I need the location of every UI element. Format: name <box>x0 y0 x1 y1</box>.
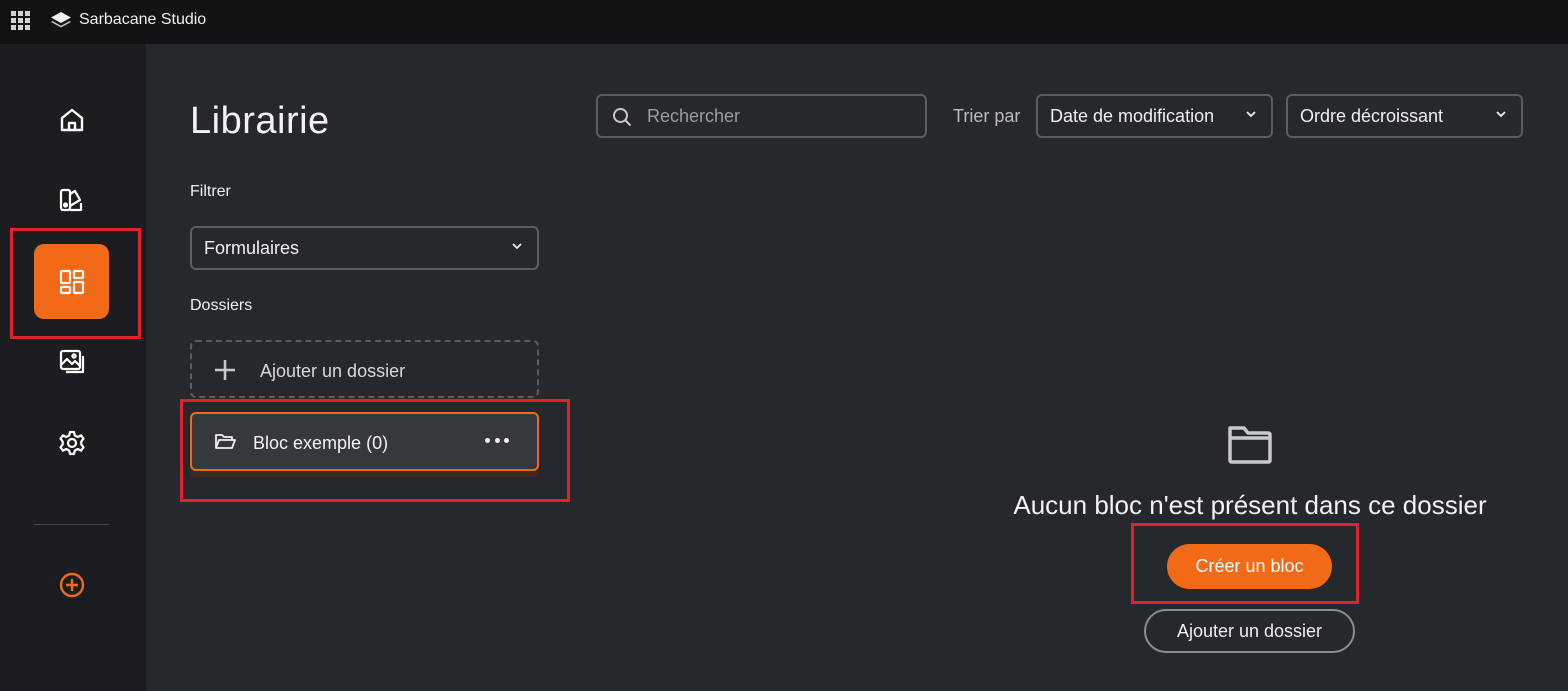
sidebar-item-gallery[interactable] <box>34 324 109 399</box>
folders-label: Dossiers <box>190 297 253 314</box>
chevron-down-icon <box>1246 111 1256 118</box>
folder-name: Bloc exemple (0) <box>253 433 389 453</box>
sidebar-item-templates[interactable] <box>34 162 109 237</box>
chevron-down-icon <box>1496 111 1506 118</box>
sidebar-divider <box>34 524 109 525</box>
blocks-icon <box>59 269 84 294</box>
empty-folder-icon <box>1228 426 1272 464</box>
sort-order-value: Ordre décroissant <box>1300 105 1444 126</box>
sort-field-value: Date de modification <box>1050 105 1215 126</box>
sort-order-select[interactable]: Ordre décroissant <box>1286 94 1523 138</box>
sidebar-item-settings[interactable] <box>34 405 109 480</box>
sidebar <box>0 44 146 691</box>
settings-icon <box>58 430 85 455</box>
chevron-down-icon <box>512 243 522 250</box>
sidebar-item-library[interactable] <box>34 244 109 319</box>
filter-select-value: Formulaires <box>204 237 300 258</box>
add-folder-label: Ajouter un dossier <box>260 361 406 381</box>
add-folder-secondary-button[interactable]: Ajouter un dossier <box>1144 609 1355 653</box>
app-grid-icon[interactable] <box>10 10 30 30</box>
app-title: Sarbacane Studio <box>79 11 207 28</box>
templates-icon <box>59 188 82 211</box>
sort-label: Trier par <box>953 106 1021 126</box>
home-icon <box>60 108 83 131</box>
filter-label: Filtrer <box>190 183 231 200</box>
sidebar-item-home[interactable] <box>34 82 109 157</box>
plus-icon <box>215 360 235 380</box>
search-icon <box>613 108 632 127</box>
folder-item[interactable]: Bloc exemple (0) <box>190 412 539 471</box>
search-input[interactable] <box>647 104 917 128</box>
search-box[interactable] <box>596 94 927 138</box>
title-bar: Sarbacane Studio <box>0 0 1568 44</box>
sarbacane-logo-icon <box>51 12 71 28</box>
gallery-icon <box>59 349 84 373</box>
more-options-icon[interactable] <box>485 428 509 452</box>
create-block-button[interactable]: Créer un bloc <box>1167 544 1332 589</box>
add-folder-button[interactable]: Ajouter un dossier <box>190 340 539 398</box>
page-title: Librairie <box>190 100 330 142</box>
sort-field-select[interactable]: Date de modification <box>1036 94 1273 138</box>
filter-select[interactable]: Formulaires <box>190 226 539 270</box>
plus-circle-icon <box>59 572 84 597</box>
folder-open-icon <box>215 434 236 449</box>
sidebar-create-button[interactable] <box>34 547 109 622</box>
empty-state-message: Aucun bloc n'est présent dans ce dossier <box>1013 490 1487 520</box>
